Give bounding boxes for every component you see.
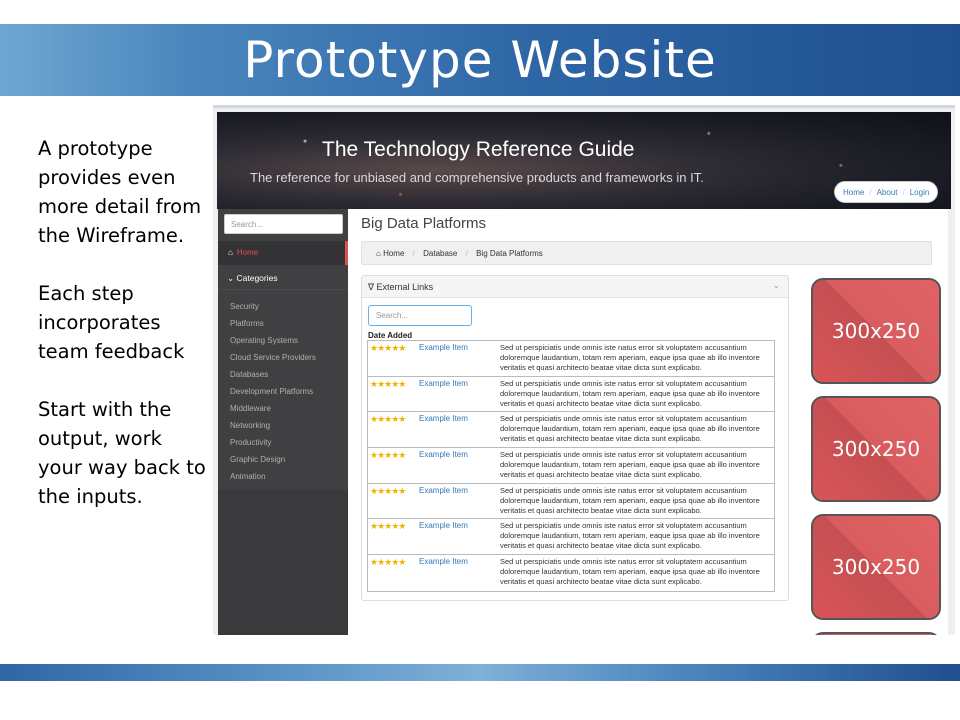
table-row: ★★★★★ Example Item Sed ut perspiciatis u… <box>368 519 774 556</box>
item-description: Sed ut perspiciatis unde omnis iste natu… <box>500 557 760 587</box>
example-item-link[interactable]: Example Item <box>419 450 468 459</box>
ad-placeholder-partial[interactable] <box>811 632 941 635</box>
item-description: Sed ut perspiciatis unde omnis iste natu… <box>500 450 760 480</box>
item-description: Sed ut perspiciatis unde omnis iste natu… <box>500 378 760 408</box>
example-item-link[interactable]: Example Item <box>419 521 468 530</box>
item-description: Sed ut perspiciatis unde omnis iste natu… <box>500 485 760 515</box>
sidebar-footer-area <box>218 490 348 635</box>
nav-about-link[interactable]: About <box>877 188 898 197</box>
sidebar-item-cloud-service-providers[interactable]: Cloud Service Providers <box>230 349 316 366</box>
column-header-date-added[interactable]: Date Added <box>368 331 412 340</box>
ad-placeholder[interactable]: 300x250 <box>811 514 941 620</box>
ad-size-label: 300x250 <box>831 437 921 461</box>
home-icon: ⌂ <box>376 249 381 258</box>
breadcrumb: ⌂ Home / Database / Big Data Platforms <box>361 241 932 265</box>
table-row: ★★★★★ Example Item Sed ut perspiciatis u… <box>368 448 774 484</box>
panel-title: External Links <box>376 282 434 292</box>
sidebar-categories-toggle[interactable]: ⌄ Categories <box>218 266 348 290</box>
breadcrumb-separator: / <box>465 249 468 258</box>
page-title: Big Data Platforms <box>361 215 487 232</box>
star-rating-icon: ★★★★★ <box>370 557 406 568</box>
external-links-panel: ∇ External Links ⌄ Search... Date Added … <box>361 275 789 601</box>
breadcrumb-separator: / <box>412 249 415 258</box>
example-item-link[interactable]: Example Item <box>419 414 468 423</box>
sidebar-item-databases[interactable]: Databases <box>230 366 316 383</box>
star-rating-icon: ★★★★★ <box>370 343 406 353</box>
ad-placeholder[interactable]: 300x250 <box>811 278 941 384</box>
rss-icon: ∇ <box>368 282 375 292</box>
example-item-link[interactable]: Example Item <box>419 486 468 495</box>
item-description: Sed ut perspiciatis unde omnis iste natu… <box>500 414 760 444</box>
bullet-1: A prototype provides even more detail fr… <box>38 137 202 247</box>
sidebar-category-list: Security Platforms Operating Systems Clo… <box>230 298 316 485</box>
bullet-2: Each step incorporates team feedback <box>38 282 185 363</box>
main-content: Big Data Platforms ⌂ Home / Database / B… <box>348 209 948 635</box>
sidebar-search-input[interactable]: Search... <box>224 214 343 234</box>
breadcrumb-current: Big Data Platforms <box>476 249 543 258</box>
slide-bullets: A prototype provides even more detail fr… <box>38 134 208 540</box>
slide-title-band: Prototype Website <box>0 24 960 96</box>
table-row: ★★★★★ Example Item Sed ut perspiciatis u… <box>368 555 774 591</box>
slide-bottom-band <box>0 664 960 681</box>
sidebar-item-security[interactable]: Security <box>230 298 316 315</box>
ad-size-label: 300x250 <box>831 555 921 579</box>
sidebar-categories-label: Categories <box>236 273 278 283</box>
slide-title: Prototype Website <box>243 31 717 89</box>
star-rating-icon: ★★★★★ <box>370 414 406 425</box>
item-description: Sed ut perspiciatis unde omnis iste natu… <box>500 521 760 551</box>
table-row: ★★★★★ Example Item Sed ut perspiciatis u… <box>368 377 774 413</box>
sidebar-item-development-platforms[interactable]: Development Platforms <box>230 383 316 400</box>
example-item-link[interactable]: Example Item <box>419 379 468 388</box>
ad-size-label: 300x250 <box>831 319 921 343</box>
table-row: ★★★★★ Example Item Sed ut perspiciatis u… <box>368 484 774 520</box>
sidebar-item-animation[interactable]: Animation <box>230 468 316 485</box>
example-item-link[interactable]: Example Item <box>419 557 468 566</box>
star-rating-icon: ★★★★★ <box>370 521 406 532</box>
example-item-link[interactable]: Example Item <box>419 343 468 352</box>
site-subtitle: The reference for unbiased and comprehen… <box>250 170 704 185</box>
star-rating-icon: ★★★★★ <box>370 378 406 389</box>
sidebar-home-label: Home <box>236 248 259 257</box>
nav-separator: / <box>869 187 872 197</box>
chevron-down-icon[interactable]: ⌄ <box>772 280 780 291</box>
prototype-screenshot: The Technology Reference Guide The refer… <box>213 105 955 635</box>
sidebar-item-operating-systems[interactable]: Operating Systems <box>230 332 316 349</box>
panel-search-input[interactable]: Search... <box>368 305 472 326</box>
star-rating-icon: ★★★★★ <box>370 450 406 461</box>
chevron-down-icon: ⌄ <box>227 273 235 283</box>
sidebar-item-productivity[interactable]: Productivity <box>230 434 316 451</box>
links-table: ★★★★★ Example Item Sed ut perspiciatis u… <box>367 340 775 592</box>
ad-placeholder[interactable]: 300x250 <box>811 396 941 502</box>
sidebar-item-graphic-design[interactable]: Graphic Design <box>230 451 316 468</box>
panel-header[interactable]: ∇ External Links ⌄ <box>362 276 788 298</box>
bullet-3: Start with the output, work your way bac… <box>38 398 206 508</box>
nav-home-link[interactable]: Home <box>843 188 864 197</box>
sidebar: Search... ⌂ Home ⌄ Categories Security Pl… <box>218 209 348 635</box>
table-row: ★★★★★ Example Item Sed ut perspiciatis u… <box>368 412 774 449</box>
sidebar-item-middleware[interactable]: Middleware <box>230 400 316 417</box>
star-rating-icon: ★★★★★ <box>370 485 406 496</box>
breadcrumb-database[interactable]: Database <box>423 249 457 258</box>
nav-separator: / <box>902 187 905 197</box>
site-title: The Technology Reference Guide <box>322 138 635 161</box>
item-description: Sed ut perspiciatis unde omnis iste natu… <box>500 343 760 372</box>
table-row: ★★★★★ Example Item Sed ut perspiciatis u… <box>368 341 774 377</box>
sidebar-item-networking[interactable]: Networking <box>230 417 316 434</box>
nav-login-link[interactable]: Login <box>910 188 930 197</box>
site-nav: Home / About / Login <box>834 181 939 203</box>
sidebar-item-platforms[interactable]: Platforms <box>230 315 316 332</box>
home-icon: ⌂ <box>228 248 233 257</box>
site-hero-banner: The Technology Reference Guide The refer… <box>217 112 951 209</box>
sidebar-item-home[interactable]: ⌂ Home <box>218 241 348 265</box>
breadcrumb-home[interactable]: Home <box>383 249 404 258</box>
